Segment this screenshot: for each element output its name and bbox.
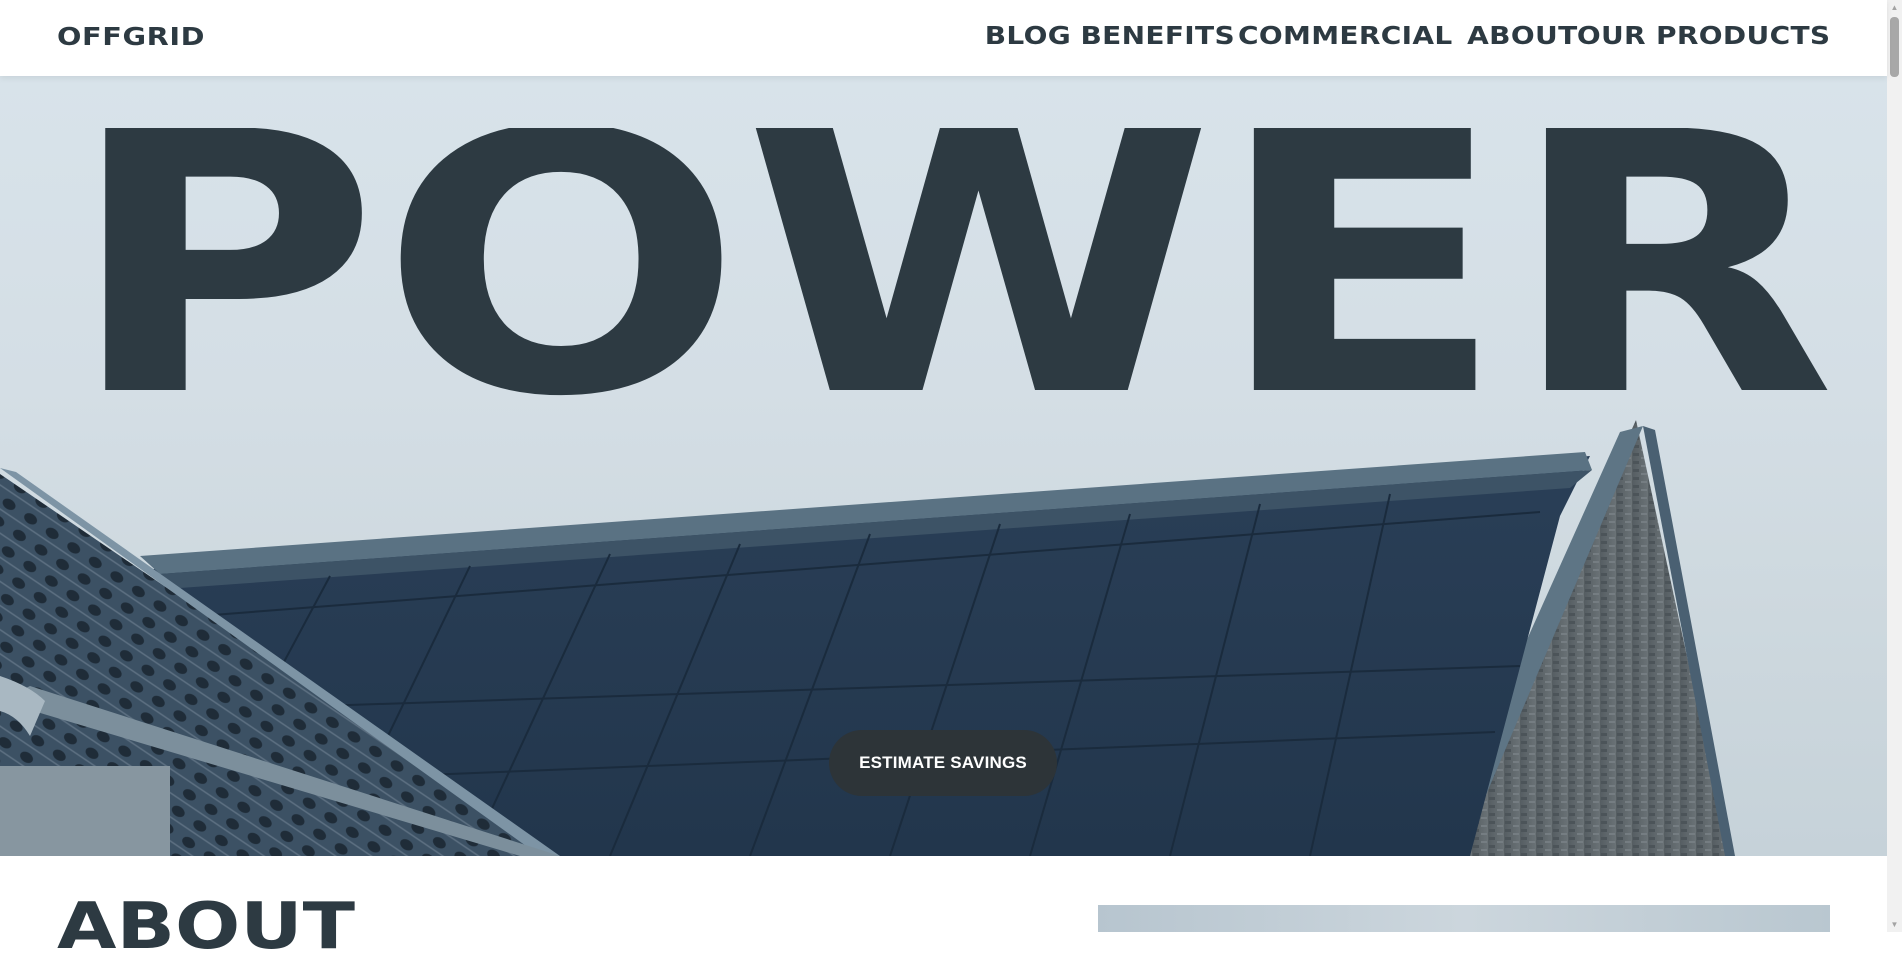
svg-text:POWER: POWER (66, 128, 1836, 418)
scroll-down-arrow-icon[interactable]: ▼ (1887, 917, 1902, 932)
nav-about[interactable]: ABOUT (1467, 21, 1577, 50)
site-header: OFFGRID BLOG BENEFITS COMMERCIAL ABOUT O… (0, 0, 1887, 76)
scroll-thumb[interactable] (1890, 17, 1899, 77)
about-image (1098, 905, 1830, 932)
about-heading: ABOUT (57, 890, 356, 964)
nav-benefits[interactable]: BENEFITS (1081, 21, 1236, 50)
scroll-up-arrow-icon[interactable]: ▲ (1887, 0, 1902, 15)
nav-our-products[interactable]: OUR PRODUCTS (1576, 21, 1830, 50)
hero-title: POWER (66, 128, 1836, 418)
nav-blog[interactable]: BLOG (985, 21, 1071, 50)
main-nav: BLOG BENEFITS COMMERCIAL ABOUT OUR PRODU… (980, 21, 1830, 50)
page-scrollbar[interactable]: ▲ ▼ (1887, 0, 1902, 932)
estimate-savings-button[interactable]: ESTIMATE SAVINGS (829, 730, 1057, 796)
logo[interactable]: OFFGRID (57, 22, 205, 51)
hero-section: POWER ESTIMATE SAVINGS (0, 76, 1887, 856)
nav-commercial[interactable]: COMMERCIAL (1238, 21, 1453, 50)
